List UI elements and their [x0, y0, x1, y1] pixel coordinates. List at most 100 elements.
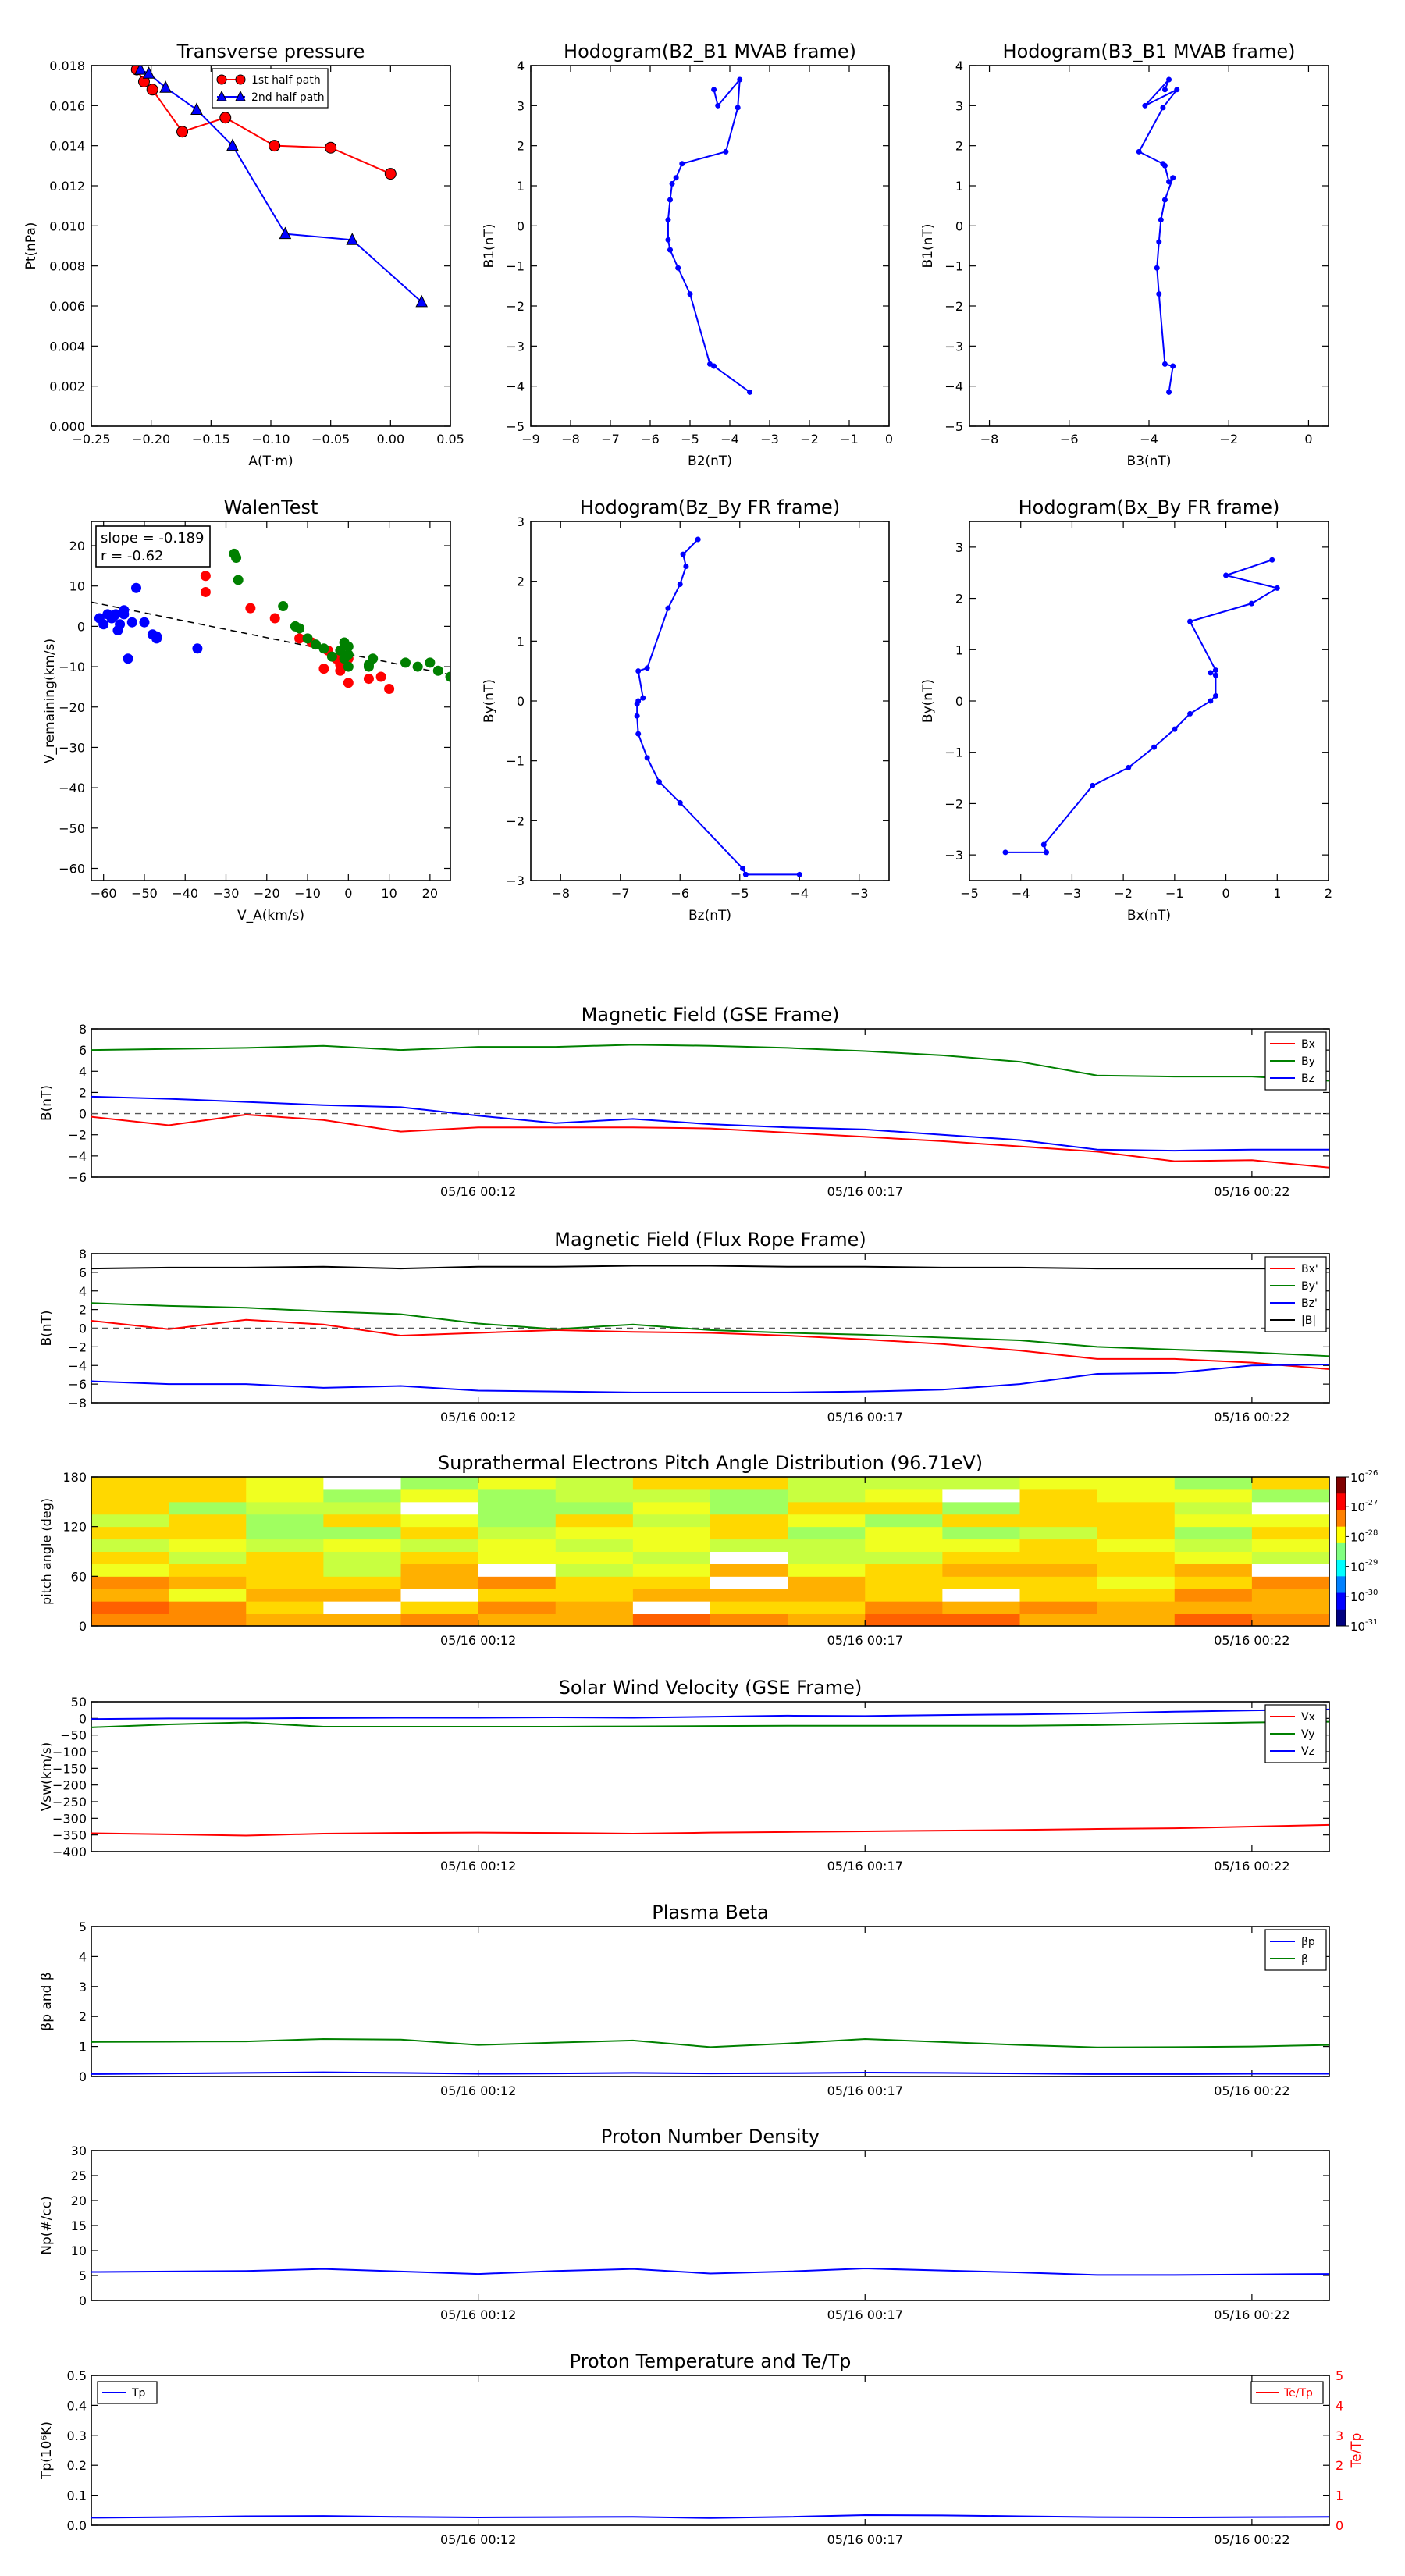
- heatmap-cell: [169, 1501, 247, 1515]
- data-point: [715, 102, 721, 109]
- data-point: [368, 653, 379, 664]
- data-point: [1223, 572, 1229, 578]
- heatmap-cell: [478, 1501, 557, 1515]
- heatmap-cell: [323, 1477, 401, 1490]
- x-axis-label: B3(nT): [1127, 454, 1172, 469]
- y-tick-label: −200: [52, 1778, 87, 1793]
- heatmap-cell: [169, 1514, 247, 1528]
- x-axis-label: B2(nT): [688, 454, 732, 469]
- heatmap-cell: [865, 1564, 943, 1577]
- y-tick-label: 120: [62, 1520, 87, 1535]
- heatmap-cell: [555, 1477, 634, 1490]
- y-tick-label: −5: [944, 419, 963, 434]
- panel-hodo4: Hodogram(Bx_By FR frame) −5 −4 −3 −2 −1 0 1 2 −3 −…: [920, 496, 1332, 923]
- heatmap-cell: [865, 1576, 943, 1589]
- heatmap-cell: [400, 1564, 479, 1577]
- heatmap-cell: [710, 1514, 788, 1528]
- data-point: [1151, 744, 1158, 750]
- heatmap-cell: [710, 1501, 788, 1515]
- x-tick-label: 0: [885, 432, 893, 447]
- data-point: [1002, 849, 1008, 856]
- x-tick-label: −30: [213, 886, 240, 901]
- y-tick-label: 0.5: [67, 2368, 87, 2383]
- data-point: [1187, 618, 1193, 624]
- heatmap-cell: [323, 1614, 401, 1627]
- heatmap-cell: [246, 1477, 324, 1490]
- y-tick-label: 0: [79, 1619, 87, 1634]
- data-point: [1156, 239, 1162, 245]
- y-tick-label: 0.012: [49, 179, 85, 194]
- heatmap-cell: [91, 1576, 169, 1589]
- heatmap-cell: [710, 1614, 788, 1627]
- right-tick-label: 5: [1336, 2368, 1343, 2383]
- legend-label: β: [1301, 1953, 1308, 1966]
- data-point: [432, 665, 443, 676]
- legend: βp β: [1264, 1929, 1327, 1971]
- data-point: [343, 649, 354, 660]
- heatmap-cell: [1019, 1576, 1098, 1589]
- y-tick-label: −100: [52, 1745, 87, 1759]
- y-tick-label: 2: [955, 139, 963, 154]
- right-tick-label: 1: [1336, 2489, 1343, 2503]
- y-tick-label: 1: [517, 179, 525, 194]
- data-point: [1274, 585, 1280, 591]
- y-tick-label: 0.1: [67, 2489, 87, 2503]
- x-tick-label: −3: [850, 886, 869, 901]
- heatmap-cell: [1174, 1601, 1253, 1614]
- heatmap-cell: [91, 1564, 169, 1577]
- heatmap-cell: [1019, 1514, 1098, 1528]
- colorbar-label: 10: [1350, 1530, 1365, 1544]
- y-tick-label: 0.2: [67, 2458, 87, 2473]
- y-tick-label: 3: [955, 98, 963, 113]
- heatmap-cell: [246, 1576, 324, 1589]
- heatmap-cell: [1251, 1564, 1330, 1577]
- heatmap-cell: [1097, 1551, 1176, 1564]
- x-tick-label: −2: [1114, 886, 1133, 901]
- data-point: [1154, 265, 1160, 271]
- panel-transverse: Transverse pressure−0.25 −0.20 −0.15 −0.10−…: [23, 41, 464, 469]
- heatmap-cell: [788, 1539, 866, 1552]
- plot-frame: [91, 2375, 1330, 2526]
- heatmap-cell: [323, 1501, 401, 1515]
- heatmap-cell: [555, 1514, 634, 1528]
- chart-title: Hodogram(Bx_By FR frame): [1019, 496, 1280, 518]
- data-point: [665, 605, 671, 611]
- colorbar-exponent: -26: [1365, 1469, 1378, 1478]
- heatmap-cell: [323, 1489, 401, 1503]
- heatmap-cell: [1019, 1551, 1098, 1564]
- y-tick-label: 0: [79, 1107, 87, 1122]
- data-point: [123, 653, 133, 664]
- colorbar-label: 10: [1350, 1560, 1365, 1574]
- x-tick-label: −20: [254, 886, 280, 901]
- y-tick-label: 10: [71, 2243, 87, 2258]
- heatmap-cell: [1251, 1501, 1330, 1515]
- legend-label: Vz: [1301, 1745, 1314, 1758]
- time-tick-label: 05/16 00:17: [827, 1859, 903, 1873]
- heatmap-cell: [91, 1501, 169, 1515]
- y-tick-label: 1: [79, 2040, 87, 2055]
- heatmap-cell: [865, 1489, 943, 1503]
- heatmap-cell: [865, 1526, 943, 1540]
- data-point: [302, 633, 313, 644]
- data-point: [126, 617, 137, 628]
- heatmap-cell: [91, 1589, 169, 1602]
- heatmap-cell: [710, 1539, 788, 1552]
- heatmap-cell: [246, 1601, 324, 1614]
- y-axis-label: Tp(10⁶K): [39, 2421, 55, 2480]
- colorbar: 10 -2610 -2710 -2810 -2910 -3010 -31: [1336, 1469, 1378, 1634]
- y-axis-label: B1(nT): [482, 224, 497, 269]
- y-tick-label: 5: [79, 2268, 87, 2283]
- y-tick-label: −6: [68, 1170, 87, 1185]
- data-point: [687, 291, 693, 297]
- heatmap-cell: [555, 1501, 634, 1515]
- heatmap-cell: [942, 1489, 1020, 1503]
- data-point: [747, 389, 752, 395]
- plot-frame: [530, 65, 890, 427]
- y-tick-label: 15: [71, 2218, 87, 2233]
- y-axis-label: By(nT): [482, 679, 497, 723]
- x-tick-label: 0.05: [436, 432, 464, 447]
- heatmap-cell: [91, 1489, 169, 1503]
- data-point: [363, 674, 374, 685]
- annotation-slope: slope = -0.189: [101, 530, 204, 546]
- legend-label: By': [1301, 1280, 1318, 1293]
